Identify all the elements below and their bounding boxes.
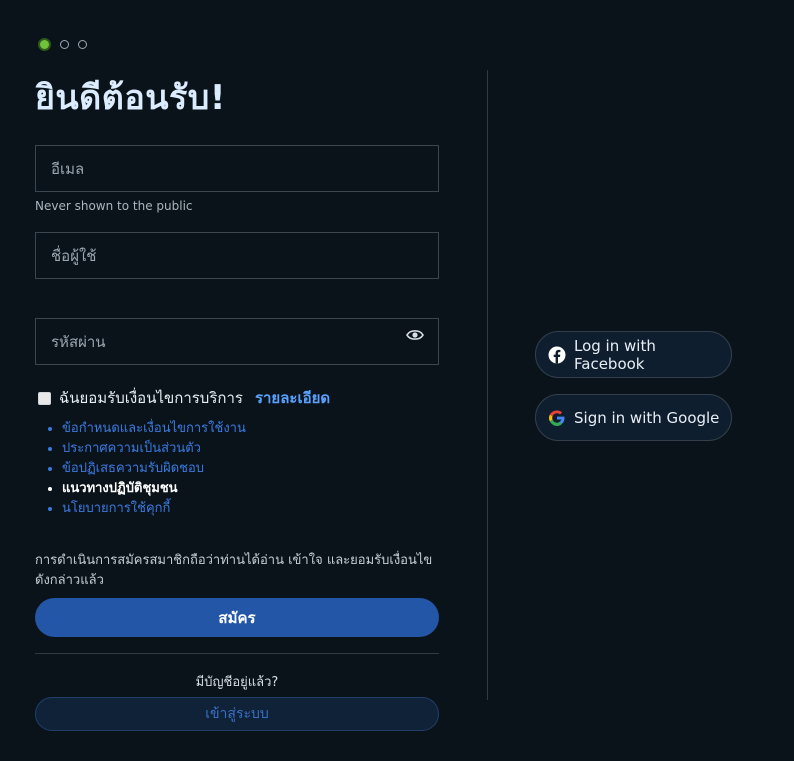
step-dot <box>78 40 87 49</box>
facebook-icon <box>548 346 566 364</box>
terms-checkbox[interactable] <box>38 391 51 405</box>
email-field[interactable]: อีเมล <box>35 145 439 192</box>
details-link[interactable]: รายละเอียด <box>255 386 330 410</box>
password-field[interactable]: รหัสผ่าน <box>35 318 439 365</box>
have-account-text: มีบัญชีอยู่แล้ว? <box>195 675 279 690</box>
signup-button[interactable]: สมัคร <box>35 598 439 637</box>
facebook-login-label: Log in with Facebook <box>574 336 656 373</box>
terms-link[interactable]: ข้อกำหนดและเงื่อนไขการใช้งาน <box>62 419 246 439</box>
disclaimer-link[interactable]: ข้อปฏิเสธความรับผิดชอบ <box>62 459 246 479</box>
email-hint: Never shown to the public <box>35 199 193 213</box>
vertical-divider <box>487 70 488 700</box>
step-dot <box>60 40 69 49</box>
privacy-link[interactable]: ประกาศความเป็นส่วนตัว <box>62 439 246 459</box>
password-placeholder: รหัสผ่าน <box>51 332 106 351</box>
terms-link-list: ข้อกำหนดและเงื่อนไขการใช้งาน ประกาศความเ… <box>40 419 246 519</box>
google-login-button[interactable]: Sign in with Google <box>535 394 732 441</box>
email-placeholder: อีเมล <box>51 159 85 178</box>
login-button[interactable]: เข้าสู่ระบบ <box>35 697 439 731</box>
eye-icon[interactable] <box>406 328 424 342</box>
consent-text: การดำเนินการสมัครสมาชิกถือว่าท่านได้อ่าน… <box>35 553 433 588</box>
google-login-label: Sign in with Google <box>574 408 720 427</box>
username-field[interactable]: ชื่อผู้ใช้ <box>35 232 439 279</box>
step-dot-active <box>38 38 51 51</box>
username-placeholder: ชื่อผู้ใช้ <box>51 246 97 265</box>
facebook-login-button[interactable]: Log in with Facebook <box>535 331 732 378</box>
community-guidelines-link[interactable]: แนวทางปฏิบัติชุมชน <box>62 479 246 499</box>
page-title: ยินดีต้อนรับ! <box>35 78 226 118</box>
step-indicator <box>38 38 87 51</box>
cookie-policy-link[interactable]: นโยบายการใช้คุกกี้ <box>62 499 246 519</box>
google-icon <box>548 409 566 427</box>
terms-checkbox-label: ฉันยอมรับเงื่อนไขการบริการ <box>59 389 243 407</box>
divider <box>35 653 439 654</box>
terms-agreement: ฉันยอมรับเงื่อนไขการบริการ รายละเอียด <box>38 386 330 410</box>
